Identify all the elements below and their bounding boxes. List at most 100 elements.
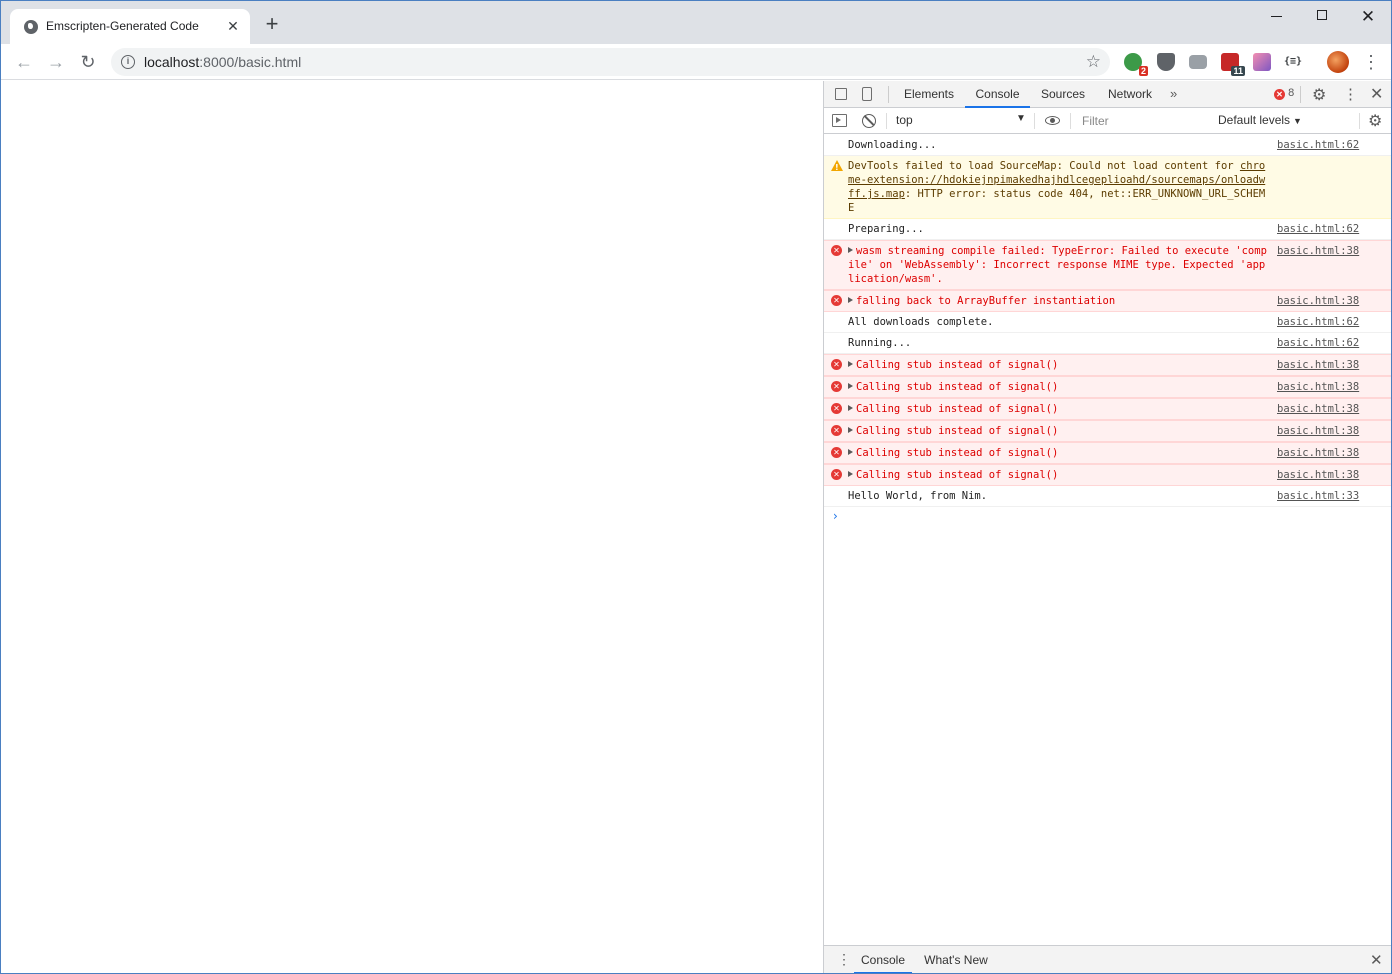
error-counter[interactable]: ✕ 8 — [1274, 87, 1294, 100]
error-icon: ✕ — [1274, 89, 1285, 100]
message-text-content: Calling stub instead of signal() — [856, 469, 1059, 481]
devtools-close-icon[interactable]: ✕ — [1370, 84, 1383, 104]
message-text-content: falling back to ArrayBuffer instantiatio… — [856, 295, 1116, 307]
browser-tab[interactable]: Emscripten-Generated Code ✕ — [10, 9, 250, 44]
expand-triangle-icon[interactable] — [848, 297, 853, 303]
expand-triangle-icon[interactable] — [848, 383, 853, 389]
console-prompt[interactable]: › — [824, 507, 1391, 527]
message-text-content: Preparing... — [848, 223, 924, 235]
reload-button[interactable]: ↻ — [77, 51, 99, 73]
message-source-link[interactable]: basic.html:38 — [1277, 402, 1359, 416]
console-message-error[interactable]: ✕ Calling stub instead of signal() basic.h… — [824, 354, 1391, 376]
window-close-button[interactable]: ✕ — [1357, 7, 1379, 27]
error-icon: ✕ — [831, 425, 842, 436]
forward-button[interactable]: → — [45, 51, 67, 73]
devtools-tab-bar: Elements Console Sources Network » ✕ 8 ⚙… — [824, 81, 1391, 108]
message-source-link[interactable]: basic.html:62 — [1277, 138, 1359, 152]
live-expression-eye-icon[interactable] — [1044, 112, 1061, 129]
drawer-tab-console[interactable]: Console — [854, 946, 912, 973]
console-message-error[interactable]: ✕ wasm streaming compile failed: TypeErro… — [824, 240, 1391, 290]
filter-input[interactable] — [1077, 111, 1209, 131]
url-text[interactable]: localhost:8000/basic.html — [144, 54, 301, 70]
settings-gear-icon[interactable]: ⚙ — [1312, 85, 1326, 105]
expand-triangle-icon[interactable] — [848, 449, 853, 455]
bookmark-star-icon[interactable]: ☆ — [1086, 52, 1101, 72]
expand-triangle-icon[interactable] — [848, 471, 853, 477]
more-tabs-icon[interactable]: » — [1170, 86, 1177, 101]
message-source-link[interactable]: basic.html:38 — [1277, 358, 1359, 372]
console-message-log[interactable]: Hello World, from Nim. basic.html:33 — [824, 486, 1391, 507]
log-levels-dropdown[interactable]: Default levels ▼ — [1218, 113, 1302, 127]
expand-triangle-icon[interactable] — [848, 361, 853, 367]
maximize-icon — [1317, 10, 1327, 20]
drawer-close-icon[interactable]: ✕ — [1370, 951, 1383, 969]
inspect-box — [835, 88, 847, 100]
extension-green-icon[interactable]: 2 — [1124, 53, 1148, 76]
console-message-error[interactable]: ✕ Calling stub instead of signal() basic.h… — [824, 464, 1391, 486]
device-toolbar-icon[interactable] — [859, 86, 875, 102]
message-source-link[interactable]: basic.html:38 — [1277, 244, 1359, 258]
extension-json-icon[interactable]: {≡} — [1283, 53, 1303, 71]
tab-network[interactable]: Network — [1102, 81, 1158, 108]
message-source-link[interactable]: basic.html:38 — [1277, 380, 1359, 394]
message-text-content: Calling stub instead of signal() — [856, 403, 1059, 415]
clear-console-icon[interactable] — [862, 114, 876, 128]
console-message-error[interactable]: ✕ Calling stub instead of signal() basic.h… — [824, 398, 1391, 420]
console-message-list: Downloading... basic.html:62 DevTools fail… — [824, 135, 1391, 507]
extension-camera-icon[interactable] — [1189, 55, 1207, 69]
devtools-drawer: ⋮ Console What's New ✕ — [824, 945, 1391, 973]
extension-calendar-icon[interactable]: 11 — [1221, 53, 1245, 76]
extension-gradient-icon[interactable] — [1253, 53, 1271, 71]
context-selector[interactable]: top — [896, 113, 913, 127]
message-source-link[interactable]: basic.html:38 — [1277, 294, 1359, 308]
console-settings-gear-icon[interactable]: ⚙ — [1368, 111, 1382, 131]
chevron-down-icon: ▼ — [1293, 116, 1302, 126]
console-message-error[interactable]: ✕ falling back to ArrayBuffer instantiati… — [824, 290, 1391, 312]
context-dropdown-icon[interactable]: ▼ — [1016, 113, 1026, 124]
prompt-chevron-icon: › — [833, 509, 838, 523]
console-message-log[interactable]: Preparing... basic.html:62 — [824, 219, 1391, 240]
console-message-log[interactable]: Downloading... basic.html:62 — [824, 135, 1391, 156]
expand-triangle-icon[interactable] — [848, 247, 853, 253]
message-text-content: wasm streaming compile failed: TypeError… — [848, 245, 1267, 285]
inspect-element-icon[interactable] — [833, 86, 849, 102]
console-message-error[interactable]: ✕ Calling stub instead of signal() basic.h… — [824, 420, 1391, 442]
devtools-menu-icon[interactable]: ⋮ — [1343, 85, 1358, 103]
info-icon[interactable]: i — [121, 55, 135, 69]
message-source-link[interactable]: basic.html:62 — [1277, 315, 1359, 329]
sidebar-toggle-icon[interactable] — [832, 114, 847, 127]
browser-toolbar: ← → ↻ i localhost:8000/basic.html ☆ 2 11… — [1, 44, 1391, 80]
address-bar[interactable]: i localhost:8000/basic.html ☆ — [111, 48, 1110, 76]
console-message-warning[interactable]: DevTools failed to load SourceMap: Could… — [824, 156, 1391, 219]
message-source-link[interactable]: basic.html:38 — [1277, 424, 1359, 438]
tab-elements[interactable]: Elements — [896, 81, 962, 108]
tab-close-button[interactable]: ✕ — [224, 17, 242, 35]
browser-menu-button[interactable]: ⋮ — [1361, 52, 1381, 72]
message-source-link[interactable]: basic.html:38 — [1277, 446, 1359, 460]
message-source-link[interactable]: basic.html:62 — [1277, 222, 1359, 236]
device-phone — [862, 87, 872, 101]
console-message-log[interactable]: All downloads complete. basic.html:62 — [824, 312, 1391, 333]
maximize-button[interactable] — [1311, 7, 1333, 27]
console-output[interactable]: Downloading... basic.html:62 DevTools fail… — [824, 135, 1391, 945]
console-message-log[interactable]: Running... basic.html:62 — [824, 333, 1391, 354]
drawer-tab-whats-new[interactable]: What's New — [918, 946, 994, 973]
eye-pupil — [1050, 118, 1055, 123]
message-text-content: Calling stub instead of signal() — [856, 359, 1059, 371]
message-source-link[interactable]: basic.html:33 — [1277, 489, 1359, 503]
back-button[interactable]: ← — [13, 51, 35, 73]
new-tab-button[interactable]: + — [261, 13, 283, 36]
console-message-error[interactable]: ✕ Calling stub instead of signal() basic.h… — [824, 442, 1391, 464]
message-source-link[interactable]: basic.html:38 — [1277, 468, 1359, 482]
tab-sources[interactable]: Sources — [1034, 81, 1092, 108]
message-source-link[interactable]: basic.html:62 — [1277, 336, 1359, 350]
profile-avatar[interactable] — [1327, 51, 1349, 73]
error-icon: ✕ — [831, 403, 842, 414]
minimize-button[interactable] — [1266, 7, 1288, 27]
expand-triangle-icon[interactable] — [848, 405, 853, 411]
expand-triangle-icon[interactable] — [848, 427, 853, 433]
extension-shield-icon[interactable] — [1157, 53, 1175, 71]
console-message-error[interactable]: ✕ Calling stub instead of signal() basic.h… — [824, 376, 1391, 398]
drawer-menu-icon[interactable]: ⋮ — [837, 951, 851, 968]
tab-console[interactable]: Console — [965, 81, 1030, 108]
